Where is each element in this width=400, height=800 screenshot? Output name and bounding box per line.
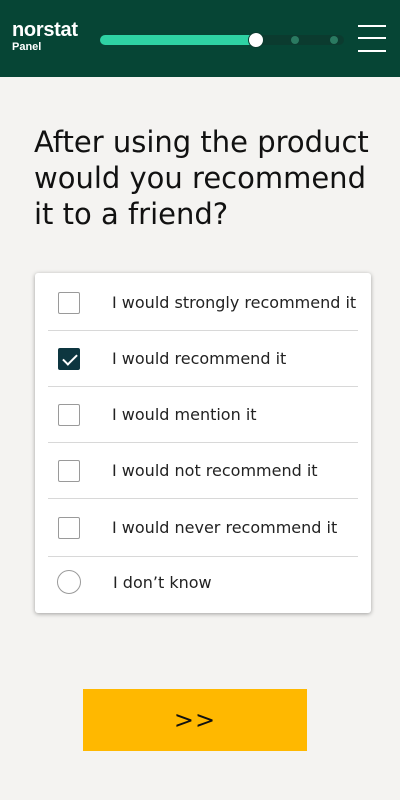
answer-option-recommend[interactable]: I would recommend it (48, 331, 358, 387)
progress-fill (100, 35, 257, 45)
next-button[interactable]: >> (83, 689, 307, 751)
answer-option-never-recommend[interactable]: I would never recommend it (48, 499, 358, 557)
logo-subtitle: Panel (12, 41, 42, 53)
hamburger-menu-icon[interactable] (358, 23, 388, 55)
checkbox-icon[interactable] (58, 459, 80, 482)
logo-wordmark: norstat (12, 19, 78, 41)
checkbox-icon[interactable] (58, 403, 80, 426)
survey-progress-bar (100, 32, 344, 48)
answer-options-card: I would strongly recommend it I would re… (35, 273, 371, 613)
answer-option-mention[interactable]: I would mention it (48, 387, 358, 443)
answer-option-strongly-recommend[interactable]: I would strongly recommend it (48, 275, 358, 331)
answer-option-dont-know[interactable]: I don’t know (48, 557, 358, 607)
header-bar: norstat Panel (0, 0, 400, 77)
progress-step-dot (330, 36, 339, 44)
answer-option-label: I would mention it (112, 405, 257, 424)
progress-step-dot (291, 36, 300, 44)
answer-option-label: I would recommend it (112, 349, 287, 368)
radio-button-icon[interactable] (57, 570, 81, 594)
answer-option-label: I would never recommend it (112, 518, 338, 537)
checkbox-icon[interactable] (58, 291, 80, 314)
answer-option-label: I would not recommend it (112, 461, 318, 480)
answer-option-not-recommend[interactable]: I would not recommend it (48, 443, 358, 499)
progress-knob (248, 32, 265, 48)
checkbox-checked-icon[interactable] (58, 347, 80, 370)
answer-option-label: I would strongly recommend it (112, 293, 357, 312)
question-title: After using the product would you recomm… (34, 125, 369, 231)
answer-option-label: I don’t know (113, 572, 212, 592)
norstat-logo: norstat Panel (12, 20, 78, 53)
checkbox-icon[interactable] (58, 516, 80, 539)
